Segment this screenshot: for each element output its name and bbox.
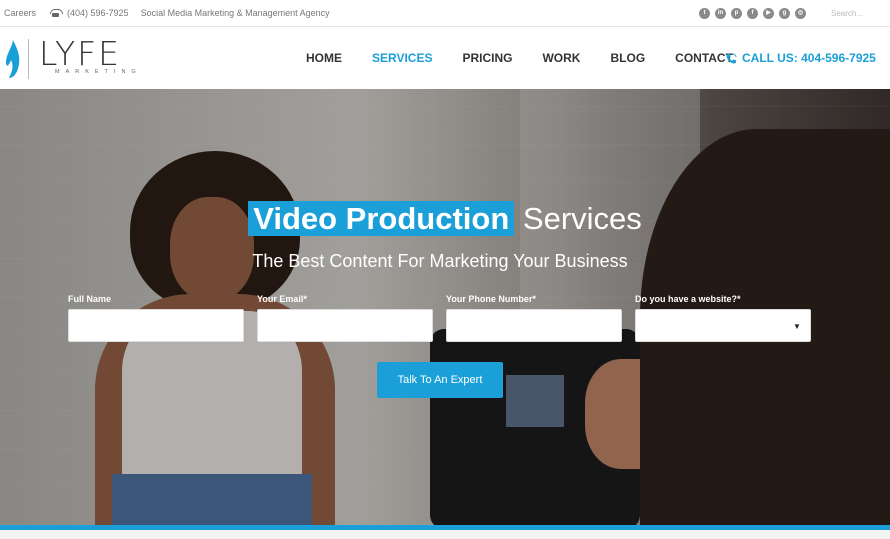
twitter-icon[interactable]: t [699, 8, 710, 19]
logo-divider [28, 39, 29, 79]
full-name-field-group: Full Name [68, 294, 244, 342]
headline-highlight: Video Production [248, 201, 515, 236]
nav-work[interactable]: WORK [542, 51, 580, 65]
headline-rest: Services [522, 201, 642, 236]
hero-headline: Video Production Services [0, 201, 890, 237]
agency-tagline: Social Media Marketing & Management Agen… [140, 8, 330, 18]
phone-icon [50, 9, 64, 17]
talk-to-expert-button[interactable]: Talk To An Expert [377, 362, 503, 398]
email-input[interactable] [257, 309, 433, 342]
full-name-input[interactable] [68, 309, 244, 342]
website-label: Do you have a website?* [635, 294, 741, 304]
main-nav: HOME SERVICES PRICING WORK BLOG CONTACT [306, 51, 763, 65]
nav-blog[interactable]: BLOG [610, 51, 645, 65]
phone-input[interactable] [446, 309, 622, 342]
email-field-group: Your Email* [257, 294, 433, 342]
nav-contact[interactable]: CONTACT [675, 51, 733, 65]
chevron-down-icon: ▼ [793, 322, 801, 331]
full-name-label: Full Name [68, 294, 112, 304]
website-select[interactable]: ▼ [635, 309, 811, 342]
call-us-text: CALL US: 404-596-7925 [742, 51, 876, 65]
phone-call-icon [726, 52, 737, 64]
nav-home[interactable]: HOME [306, 51, 342, 65]
pinterest-icon[interactable]: p [731, 8, 742, 19]
email-label: Your Email* [257, 294, 307, 304]
phone-label: Your Phone Number* [446, 294, 536, 304]
googleplus-icon[interactable]: g [779, 8, 790, 19]
nav-pricing[interactable]: PRICING [462, 51, 512, 65]
youtube-icon[interactable]: ▶ [763, 8, 774, 19]
website-field-group: Do you have a website?* ▼ [635, 294, 811, 342]
top-bar: Careers (404) 596-7925 Social Media Mark… [0, 0, 890, 27]
lyfe-logo[interactable]: LYFE MARKETING [6, 34, 136, 81]
facebook-icon[interactable]: f [747, 8, 758, 19]
phone-field-group: Your Phone Number* [446, 294, 622, 342]
flame-logo-icon [6, 40, 20, 78]
search-input[interactable] [831, 6, 883, 20]
site-header: LYFE MARKETING HOME SERVICES PRICING WOR… [0, 27, 890, 89]
social-links: t in p f ▶ g ◎ [699, 8, 806, 19]
hero-subheadline: The Best Content For Marketing Your Busi… [252, 251, 628, 271]
careers-link[interactable]: Careers [4, 8, 36, 18]
page-bottom-strip [0, 530, 890, 539]
topbar-phone[interactable]: (404) 596-7925 [67, 8, 129, 18]
brand-name: LYFE [39, 34, 121, 73]
nav-services[interactable]: SERVICES [372, 51, 432, 65]
brand-subtitle: MARKETING [55, 69, 142, 75]
linkedin-icon[interactable]: in [715, 8, 726, 19]
instagram-icon[interactable]: ◎ [795, 8, 806, 19]
call-us-link[interactable]: CALL US: 404-596-7925 [726, 51, 876, 65]
hero-section: Video Production Services The Best Conte… [0, 89, 890, 525]
